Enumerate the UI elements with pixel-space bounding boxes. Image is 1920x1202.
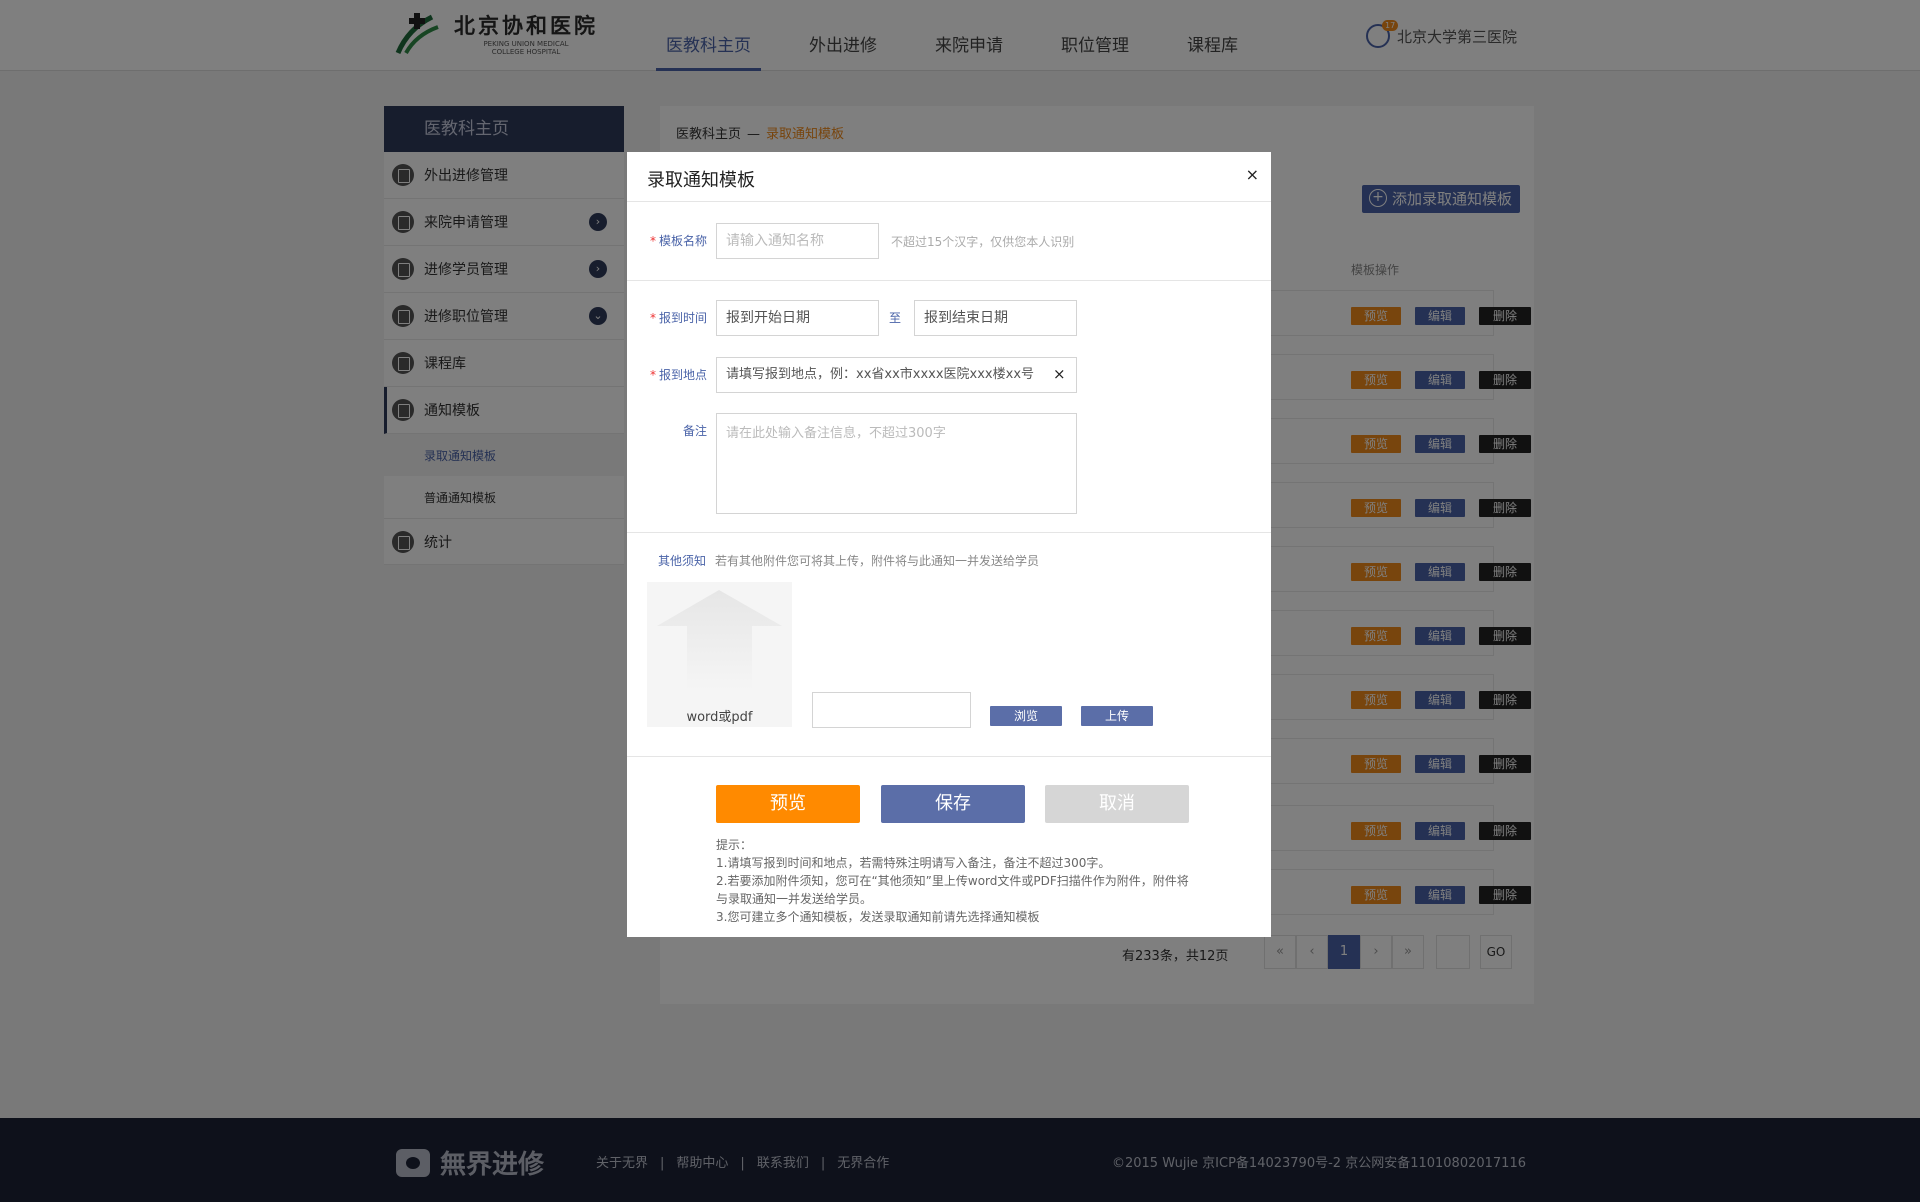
divider <box>627 756 1271 757</box>
end-date-input[interactable]: 报到结束日期 <box>914 300 1077 336</box>
template-name-input[interactable]: 请输入通知名称 <box>716 223 879 259</box>
report-time-label: * 报到时间 <box>649 311 707 325</box>
start-date-input[interactable]: 报到开始日期 <box>716 300 879 336</box>
close-icon[interactable]: × <box>1246 165 1259 184</box>
other-notes-hint: 若有其他附件您可将其上传，附件将与此通知一并发送给学员 <box>715 554 1040 568</box>
browse-button[interactable]: 浏览 <box>990 706 1062 726</box>
file-path-input[interactable] <box>812 692 971 728</box>
tip-3: 3.您可建立多个通知模板，发送录取通知前请先选择通知模板 <box>716 910 1040 924</box>
report-place-input[interactable]: 请填写报到地点，例：xx省xx市xxxx医院xxx楼xx号 <box>716 357 1077 393</box>
clear-input-icon[interactable]: × <box>1053 365 1066 383</box>
tip-2: 2.若要添加附件须知，您可在“其他须知”里上传word文件或PDF扫描件作为附件… <box>716 874 1189 906</box>
template-name-hint: 不超过15个汉字，仅供您本人识别 <box>891 235 1075 249</box>
remark-textarea[interactable]: 请在此处输入备注信息，不超过300字 <box>716 413 1077 514</box>
dialog-title: 录取通知模板 <box>647 170 755 191</box>
upload-file-types: word或pdf <box>686 710 753 725</box>
tips-title: 提示： <box>716 838 753 852</box>
template-name-label: * 模板名称 <box>649 234 707 248</box>
date-range-separator: 至 <box>889 311 902 325</box>
admission-template-dialog: 录取通知模板 × * 模板名称 请输入通知名称 不超过15个汉字，仅供您本人识别 … <box>627 152 1271 937</box>
preview-button[interactable]: 预览 <box>716 785 860 823</box>
tips-block: 提示： 1.请填写报到时间和地点，若需特殊注明请写入备注，备注不超过300字。 … <box>716 836 1196 926</box>
tip-1: 1.请填写报到时间和地点，若需特殊注明请写入备注，备注不超过300字。 <box>716 856 1111 870</box>
other-notes-label: 其他须知 <box>658 554 707 568</box>
save-button[interactable]: 保存 <box>881 785 1025 823</box>
cancel-button[interactable]: 取消 <box>1045 785 1189 823</box>
upload-dropzone[interactable]: word或pdf <box>647 582 792 727</box>
divider <box>627 280 1271 281</box>
remark-label: 备注 <box>682 424 707 438</box>
upload-button[interactable]: 上传 <box>1081 706 1153 726</box>
report-place-label: * 报到地点 <box>649 368 707 382</box>
divider <box>627 201 1271 202</box>
divider <box>627 532 1271 533</box>
upload-arrow-icon <box>657 590 782 690</box>
